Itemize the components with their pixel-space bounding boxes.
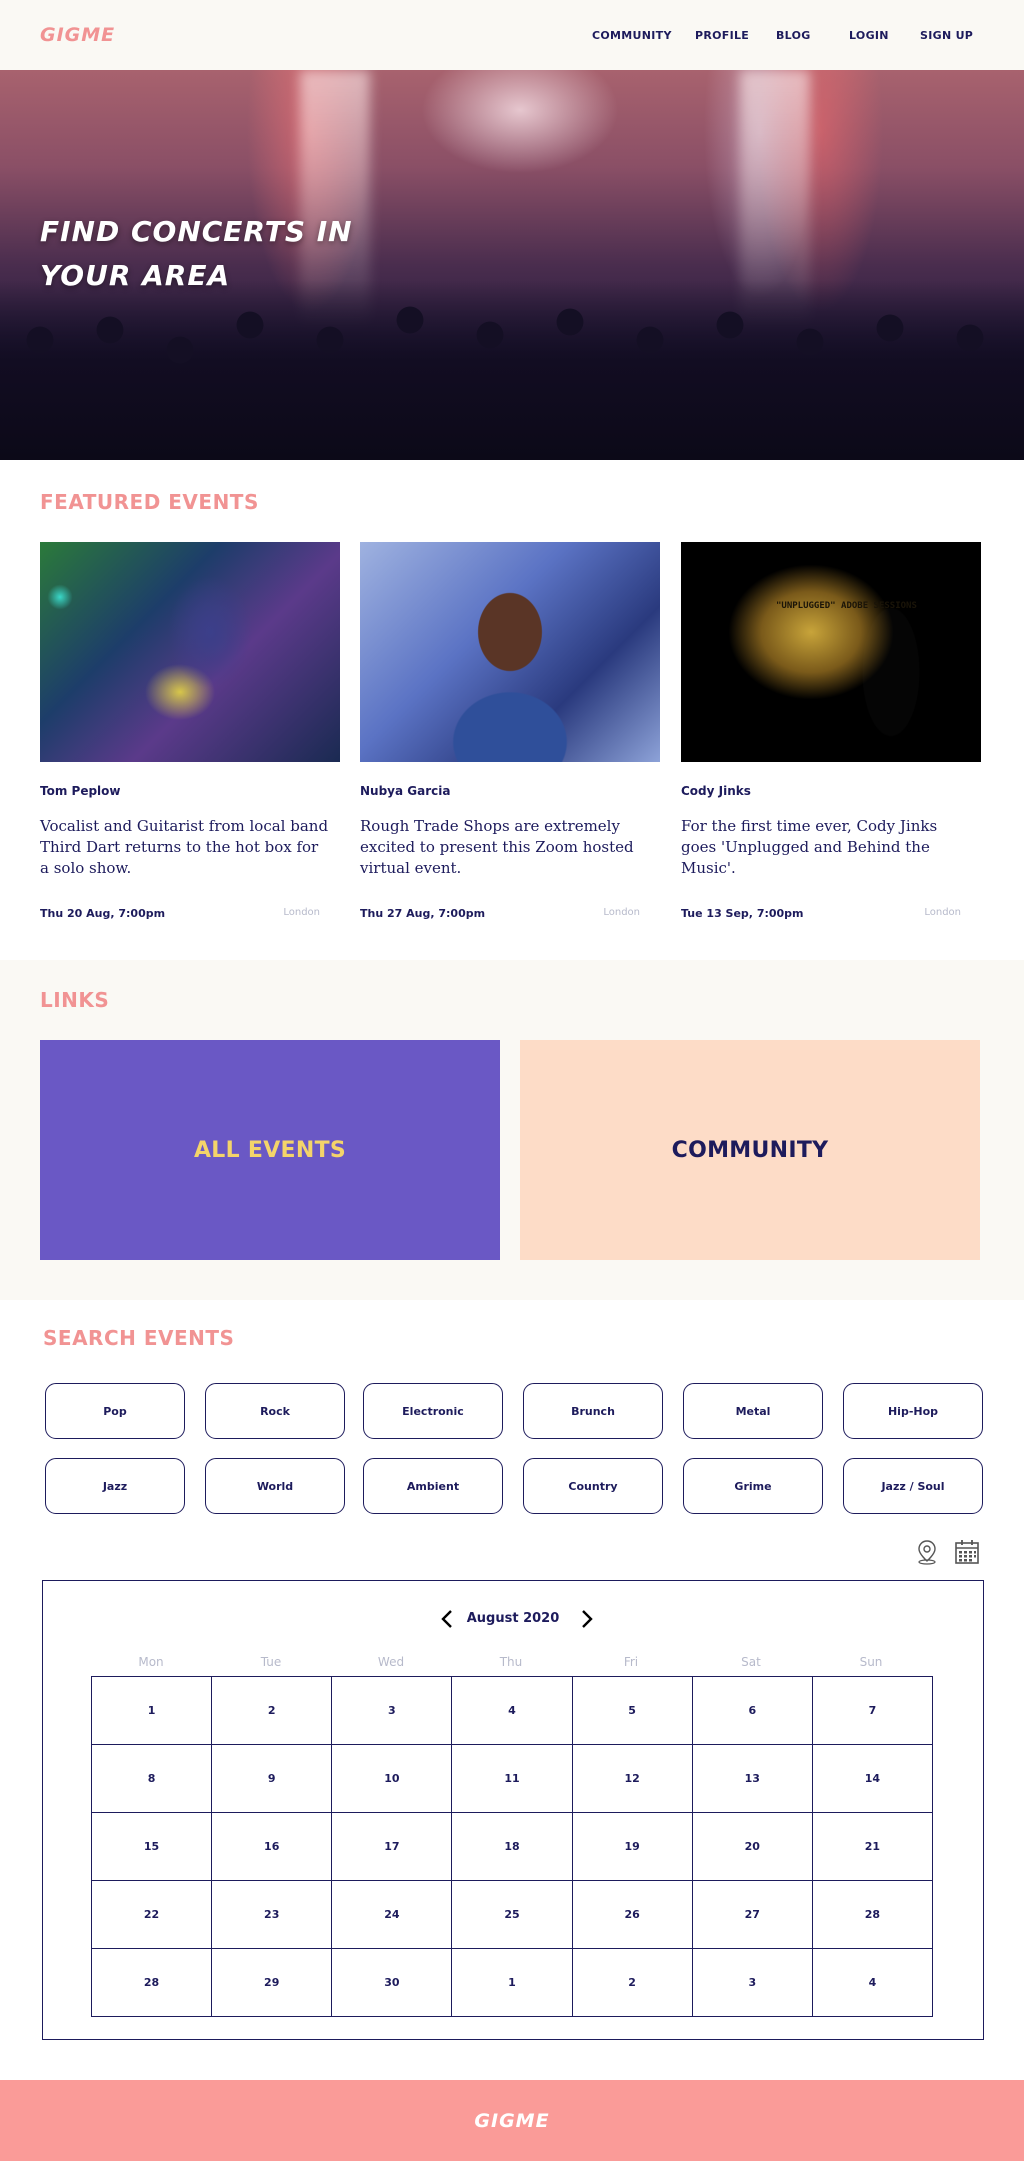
calendar-day-cell[interactable]: 25 [452,1881,573,1949]
calendar-day-cell[interactable]: 8 [92,1745,213,1813]
genre-ambient-button[interactable]: Ambient [363,1458,503,1514]
calendar-day-cell[interactable]: 3 [692,1949,813,2017]
links-section: LINKS ALL EVENTS COMMUNITY [0,960,1024,1300]
genre-jazz-soul-button[interactable]: Jazz / Soul [843,1458,983,1514]
genre-metal-button[interactable]: Metal [683,1383,823,1439]
all-events-tile[interactable]: ALL EVENTS [40,1040,500,1260]
genre-electronic-button[interactable]: Electronic [363,1383,503,1439]
event-description: Vocalist and Guitarist from local band T… [40,817,329,877]
event-date: Thu 20 Aug, 7:00pm [40,907,166,920]
calendar-day-cell[interactable]: 27 [692,1881,813,1949]
calendar-day-cell[interactable]: 14 [812,1745,933,1813]
genre-grime-button[interactable]: Grime [683,1458,823,1514]
weekday-label: Sat [741,1655,761,1669]
event-location: London [924,907,961,918]
nav-profile[interactable]: PROFILE [695,29,749,42]
search-events-title: SEARCH EVENTS [43,1326,235,1350]
event-description: For the first time ever, Cody Jinks goes… [681,817,938,877]
image-sign-text: "UNPLUGGED" ADOBE SESSIONS [776,601,917,611]
calendar-day-cell[interactable]: 10 [332,1745,453,1813]
event-location: London [603,907,640,918]
nav-sign-up[interactable]: SIGN UP [920,29,973,42]
event-calendar: August 2020 Mon Tue Wed Thu Fri Sat Sun … [42,1580,984,2040]
hero-crowd-image [0,280,1024,460]
main-nav: COMMUNITY PROFILE BLOG LOGIN SIGN UP [0,0,1024,70]
nav-login[interactable]: LOGIN [849,29,889,42]
genre-pop-button[interactable]: Pop [45,1383,185,1439]
calendar-day-cell[interactable]: 26 [572,1881,693,1949]
featured-events-section: FEATURED EVENTS Tom Peplow Vocalist and … [0,460,1024,960]
genre-world-button[interactable]: World [205,1458,345,1514]
calendar-day-cell[interactable]: 28 [812,1881,933,1949]
weekday-label: Tue [260,1655,282,1669]
nav-community[interactable]: COMMUNITY [592,29,672,42]
calendar-day-cell[interactable]: 1 [452,1949,573,2017]
calendar-day-cell[interactable]: 24 [332,1881,453,1949]
calendar-day-cell[interactable]: 21 [812,1813,933,1881]
calendar-day-cell[interactable]: 11 [452,1745,573,1813]
event-date: Thu 27 Aug, 7:00pm [360,907,486,920]
calendar-day-cell[interactable]: 19 [572,1813,693,1881]
genre-country-button[interactable]: Country [523,1458,663,1514]
calendar-day-cell[interactable]: 18 [452,1813,573,1881]
calendar-day-cell[interactable]: 15 [92,1813,213,1881]
genre-hip-hop-button[interactable]: Hip-Hop [843,1383,983,1439]
calendar-day-cell[interactable]: 3 [332,1677,453,1745]
weekday-label: Sun [859,1655,883,1669]
community-tile[interactable]: COMMUNITY [520,1040,980,1260]
genre-brunch-button[interactable]: Brunch [523,1383,663,1439]
event-card[interactable]: Nubya Garcia Rough Trade Shops are extre… [360,542,660,920]
event-image[interactable] [40,542,340,762]
hero-title: FIND CONCERTS IN YOUR AREA [40,215,353,292]
weekday-label: Thu [499,1655,523,1669]
calendar-day-cell[interactable]: 4 [812,1949,933,2017]
search-events-section: SEARCH EVENTS Pop Rock Electronic Brunch… [0,1300,1024,2080]
calendar-day-cell[interactable]: 12 [572,1745,693,1813]
event-card[interactable]: Tom Peplow Vocalist and Guitarist from l… [40,542,340,920]
calendar-day-cell[interactable]: 7 [812,1677,933,1745]
calendar-day-cell[interactable]: 5 [572,1677,693,1745]
event-card[interactable]: "UNPLUGGED" ADOBE SESSIONS Cody Jinks Fo… [681,542,981,920]
genre-jazz-button[interactable]: Jazz [45,1458,185,1514]
calendar-day-cell[interactable]: 20 [692,1813,813,1881]
weekday-label: Fri [623,1655,639,1669]
event-location: London [283,907,320,918]
calendar-day-cell[interactable]: 17 [332,1813,453,1881]
site-header: GIGME COMMUNITY PROFILE BLOG LOGIN SIGN … [0,0,1024,70]
genre-rock-button[interactable]: Rock [205,1383,345,1439]
weekday-label: Wed [377,1655,405,1669]
event-date: Tue 13 Sep, 7:00pm [681,907,804,920]
event-image[interactable] [360,542,660,762]
footer-logo[interactable]: GIGME [474,2110,549,2132]
map-pin-icon[interactable] [913,1538,941,1566]
event-artist[interactable]: Tom Peplow [40,784,340,798]
event-artist[interactable]: Cody Jinks [681,784,981,798]
event-image[interactable]: "UNPLUGGED" ADOBE SESSIONS [681,542,981,762]
calendar-icon[interactable] [953,1538,981,1566]
calendar-day-cell[interactable]: 23 [212,1881,333,1949]
calendar-day-cell[interactable]: 6 [692,1677,813,1745]
hero-banner: FIND CONCERTS IN YOUR AREA [0,70,1024,460]
calendar-day-cell[interactable]: 9 [212,1745,333,1813]
next-month-button[interactable] [575,1608,597,1630]
calendar-day-cell[interactable]: 13 [692,1745,813,1813]
calendar-day-cell[interactable]: 22 [92,1881,213,1949]
calendar-day-cell[interactable]: 1 [92,1677,213,1745]
calendar-day-cell[interactable]: 16 [212,1813,333,1881]
event-description: Rough Trade Shops are extremely excited … [360,817,634,877]
event-artist[interactable]: Nubya Garcia [360,784,660,798]
calendar-day-cell[interactable]: 4 [452,1677,573,1745]
calendar-month-label: August 2020 [466,1611,560,1626]
links-title: LINKS [40,988,110,1012]
calendar-day-cell[interactable]: 28 [92,1949,213,2017]
calendar-day-cell[interactable]: 30 [332,1949,453,2017]
site-footer: GIGME [0,2080,1024,2161]
calendar-day-cell[interactable]: 2 [212,1677,333,1745]
nav-blog[interactable]: BLOG [776,29,811,42]
calendar-day-cell[interactable]: 29 [212,1949,333,2017]
calendar-day-cell[interactable]: 2 [572,1949,693,2017]
calendar-grid: 1 2 3 4 5 6 7 8 9 10 11 12 13 14 15 16 17 18 19 20 21 22 23 24 2… [91,1676,933,2017]
weekday-label: Mon [138,1655,164,1669]
featured-events-title: FEATURED EVENTS [40,490,259,514]
